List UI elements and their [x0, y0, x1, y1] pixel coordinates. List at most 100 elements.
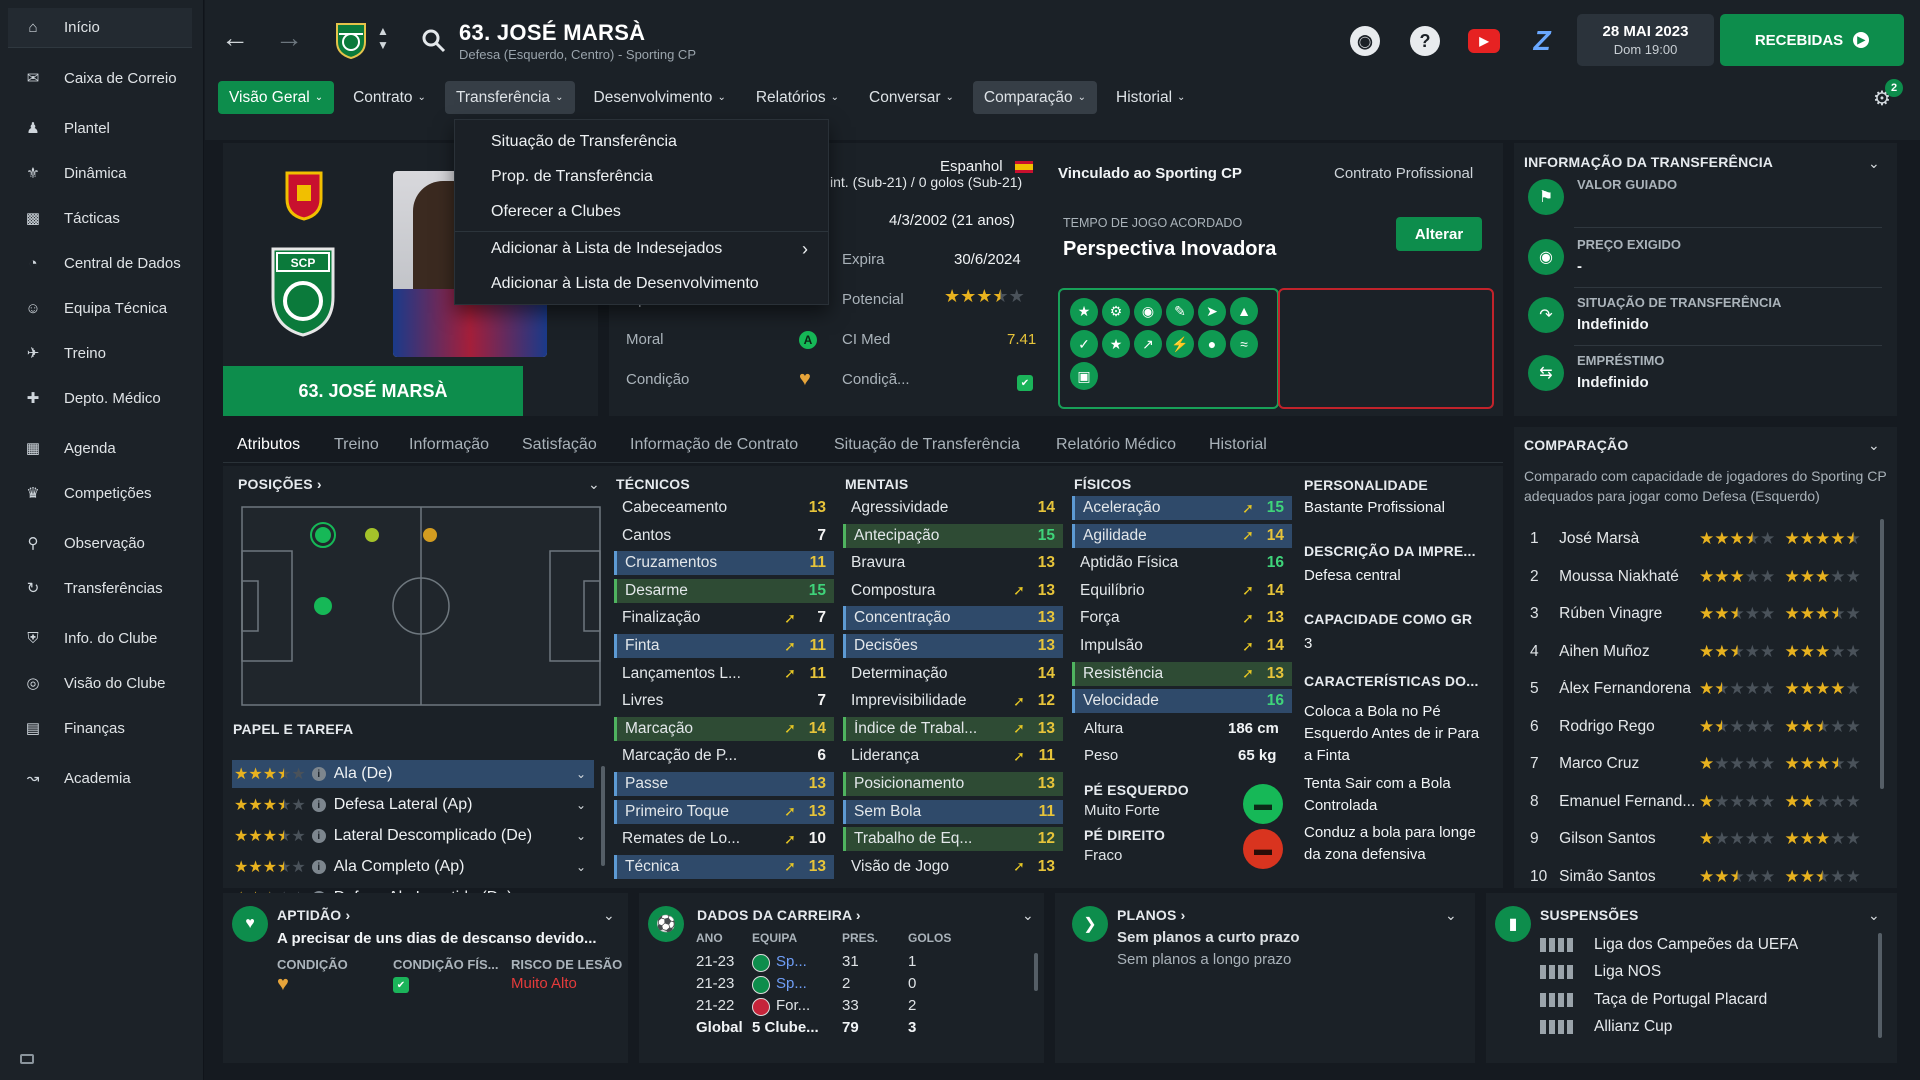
fitness-title[interactable]: APTIDÃO ›	[277, 907, 350, 923]
attribute-row[interactable]: Aceleração ➚ 15	[1072, 496, 1292, 520]
attribute-row[interactable]: Cabeceamento 13	[614, 496, 834, 520]
attribute-row[interactable]: Força ➚ 13	[1072, 606, 1292, 630]
badge-icon[interactable]: ↗	[1134, 330, 1162, 358]
comparison-row[interactable]: 8 Emanuel Fernand... ★★★★★ ★★★★★	[1528, 787, 1870, 817]
comparison-row[interactable]: 4 Aihen Muñoz ★★★★★ ★★★★★	[1528, 637, 1870, 667]
role-row[interactable]: ★★★★★ i Defesa Lateral (Ap) ⌄	[232, 791, 594, 819]
career-title[interactable]: DADOS DA CARREIRA ›	[697, 907, 861, 923]
sidebar-item-data[interactable]: ◔ Central de Dados	[8, 243, 192, 283]
subtab-5[interactable]: Informação de Contrato	[630, 436, 798, 454]
sidebar-item-training[interactable]: ✈ Treino	[8, 333, 192, 373]
sidebar-item-home[interactable]: ⌂ Início	[8, 8, 192, 48]
sidebar-item-shield[interactable]: ⛨ Info. do Clube	[8, 618, 192, 658]
role-row[interactable]: ★★★★★ i Lateral Descomplicado (De) ⌄	[232, 822, 594, 850]
tab-talk[interactable]: Conversar ⌄	[858, 81, 965, 114]
tab-contract[interactable]: Contrato ⌄	[342, 81, 437, 114]
attribute-row[interactable]: Trabalho de Eq... 12	[843, 827, 1063, 852]
badge-icon[interactable]: ▲	[1230, 297, 1258, 325]
sidebar-item-inbox[interactable]: ✉ Caixa de Correio	[8, 58, 192, 98]
collapse-chevron-icon[interactable]: ⌄	[1868, 907, 1880, 924]
attribute-row[interactable]: Liderança ➚ 11	[843, 744, 1063, 768]
chevron-down-icon[interactable]: ⌄	[576, 860, 586, 874]
collapse-chevron-icon[interactable]: ⌄	[1868, 437, 1880, 454]
globe-icon[interactable]: ◉	[1350, 26, 1380, 56]
tab-history[interactable]: Historial ⌄	[1105, 81, 1196, 114]
help-icon[interactable]: ?	[1410, 26, 1440, 56]
attribute-row[interactable]: Agressividade 14	[843, 496, 1063, 520]
comparison-row[interactable]: 5 Álex Fernandorena ★★★★★ ★★★★★	[1528, 674, 1870, 704]
sidebar-item-trophy[interactable]: ♛ Competições	[8, 473, 192, 513]
attribute-row[interactable]: Marcação de P... 6	[614, 744, 834, 768]
subtab-8[interactable]: Historial	[1209, 436, 1267, 454]
sidebar-item-staff[interactable]: ☺ Equipa Técnica	[8, 288, 192, 328]
youtube-icon[interactable]: ▶	[1468, 29, 1500, 53]
comparison-row[interactable]: 2 Moussa Niakhaté ★★★★★ ★★★★★	[1528, 562, 1870, 592]
attribute-row[interactable]: Agilidade ➚ 14	[1072, 523, 1292, 548]
comparison-row[interactable]: 10 Simão Santos ★★★★★ ★★★★★	[1528, 862, 1870, 892]
career-equipa[interactable]: 5 Clube...	[752, 1019, 819, 1036]
attribute-row[interactable]: Posicionamento 13	[843, 772, 1063, 796]
info-icon[interactable]: i	[311, 798, 326, 812]
sidebar-item-transfers[interactable]: ↻ Transferências	[8, 568, 192, 608]
attribute-row[interactable]: Compostura ➚ 13	[843, 579, 1063, 603]
sidebar-item-calendar[interactable]: ▦ Agenda	[8, 428, 192, 468]
badge-icon[interactable]: ➤	[1198, 297, 1226, 326]
menu-item-development-list[interactable]: Adicionar à Lista de Desenvolvimento	[455, 266, 828, 301]
badge-icon[interactable]: ✎	[1166, 297, 1194, 326]
attribute-row[interactable]: Antecipação 15	[843, 523, 1063, 548]
collapse-chevron-icon[interactable]: ⌄	[1868, 155, 1880, 172]
badge-icon[interactable]: ✓	[1070, 330, 1098, 358]
subtab-7[interactable]: Relatório Médico	[1056, 436, 1176, 454]
attribute-row[interactable]: Determinação 14	[843, 662, 1063, 686]
subtab-4[interactable]: Satisfação	[522, 436, 597, 454]
badge-icon[interactable]: ★	[1102, 330, 1130, 358]
info-icon[interactable]: i	[311, 829, 326, 843]
subtab-1[interactable]: Atributos	[237, 436, 300, 454]
menu-item-unwanted-list[interactable]: Adicionar à Lista de Indesejados ›	[455, 231, 828, 266]
attribute-row[interactable]: Livres 7	[614, 689, 834, 713]
menu-item-transfer-offer[interactable]: Prop. de Transferência	[455, 159, 828, 194]
menu-item-offer-to-clubs[interactable]: Oferecer a Clubes	[455, 194, 828, 229]
attribute-row[interactable]: Impulsão ➚ 14	[1072, 634, 1292, 658]
date-time-box[interactable]: 28 MAI 2023 Dom 19:00	[1577, 14, 1714, 66]
comparison-row[interactable]: 9 Gilson Santos ★★★★★ ★★★★★	[1528, 824, 1870, 854]
attribute-row[interactable]: Finalização ➚ 7	[614, 606, 834, 630]
comparison-row[interactable]: 1 José Marsà ★★★★★ ★★★★★	[1528, 524, 1870, 554]
subtab-3[interactable]: Informação	[409, 436, 489, 454]
attribute-row[interactable]: Imprevisibilidade ➚ 12	[843, 689, 1063, 713]
attribute-row[interactable]: Resistência ➚ 13	[1072, 661, 1292, 686]
badge-icon[interactable]: ●	[1198, 329, 1226, 358]
collapse-chevron-icon[interactable]: ⌄	[588, 476, 600, 493]
sidebar-item-vision[interactable]: ◎ Visão do Clube	[8, 663, 192, 703]
subtab-6[interactable]: Situação de Transferência	[834, 436, 1020, 454]
attribute-row[interactable]: Passe 13	[614, 772, 834, 796]
career-equipa[interactable]: Sp...	[776, 953, 807, 970]
info-icon[interactable]: i	[311, 860, 326, 874]
attribute-row[interactable]: Decisões 13	[843, 634, 1063, 658]
tab-comparison[interactable]: Comparação ⌄	[972, 81, 1098, 114]
comparison-row[interactable]: 3 Rúben Vinagre ★★★★★ ★★★★★	[1528, 599, 1870, 629]
tab-transfer[interactable]: Transferência ⌄	[444, 81, 575, 114]
attribute-row[interactable]: Concentração 13	[843, 606, 1063, 631]
career-scrollbar[interactable]	[1034, 953, 1038, 991]
career-equipa[interactable]: For...	[776, 997, 810, 1014]
attribute-row[interactable]: Velocidade 16	[1072, 689, 1292, 714]
plans-title[interactable]: PLANOS ›	[1117, 907, 1186, 923]
comparison-row[interactable]: 7 Marco Cruz ★★★★★ ★★★★★	[1528, 749, 1870, 779]
back-arrow-icon[interactable]: ←	[221, 22, 249, 54]
fm-z-icon[interactable]: Z	[1527, 25, 1557, 56]
sidebar-item-finance[interactable]: ▤ Finanças	[8, 708, 192, 748]
subtab-2[interactable]: Treino	[334, 436, 379, 454]
sidebar-item-academy[interactable]: ↝ Academia	[8, 758, 192, 798]
badge-icon[interactable]: ⚡	[1166, 330, 1194, 358]
attribute-row[interactable]: Cruzamentos 11	[614, 551, 834, 576]
collapse-chevron-icon[interactable]: ⌄	[1022, 907, 1034, 924]
sidebar-item-tactics[interactable]: ▩ Tácticas	[8, 198, 192, 238]
tab-development[interactable]: Desenvolvimento ⌄	[583, 81, 737, 114]
club-crest-icon[interactable]	[333, 20, 369, 60]
attribute-row[interactable]: Primeiro Toque ➚ 13	[614, 799, 834, 824]
badge-icon[interactable]: ◉	[1134, 297, 1162, 326]
info-icon[interactable]: i	[311, 767, 326, 781]
career-equipa[interactable]: Sp...	[776, 975, 807, 992]
badge-icon[interactable]: ★	[1070, 297, 1098, 326]
